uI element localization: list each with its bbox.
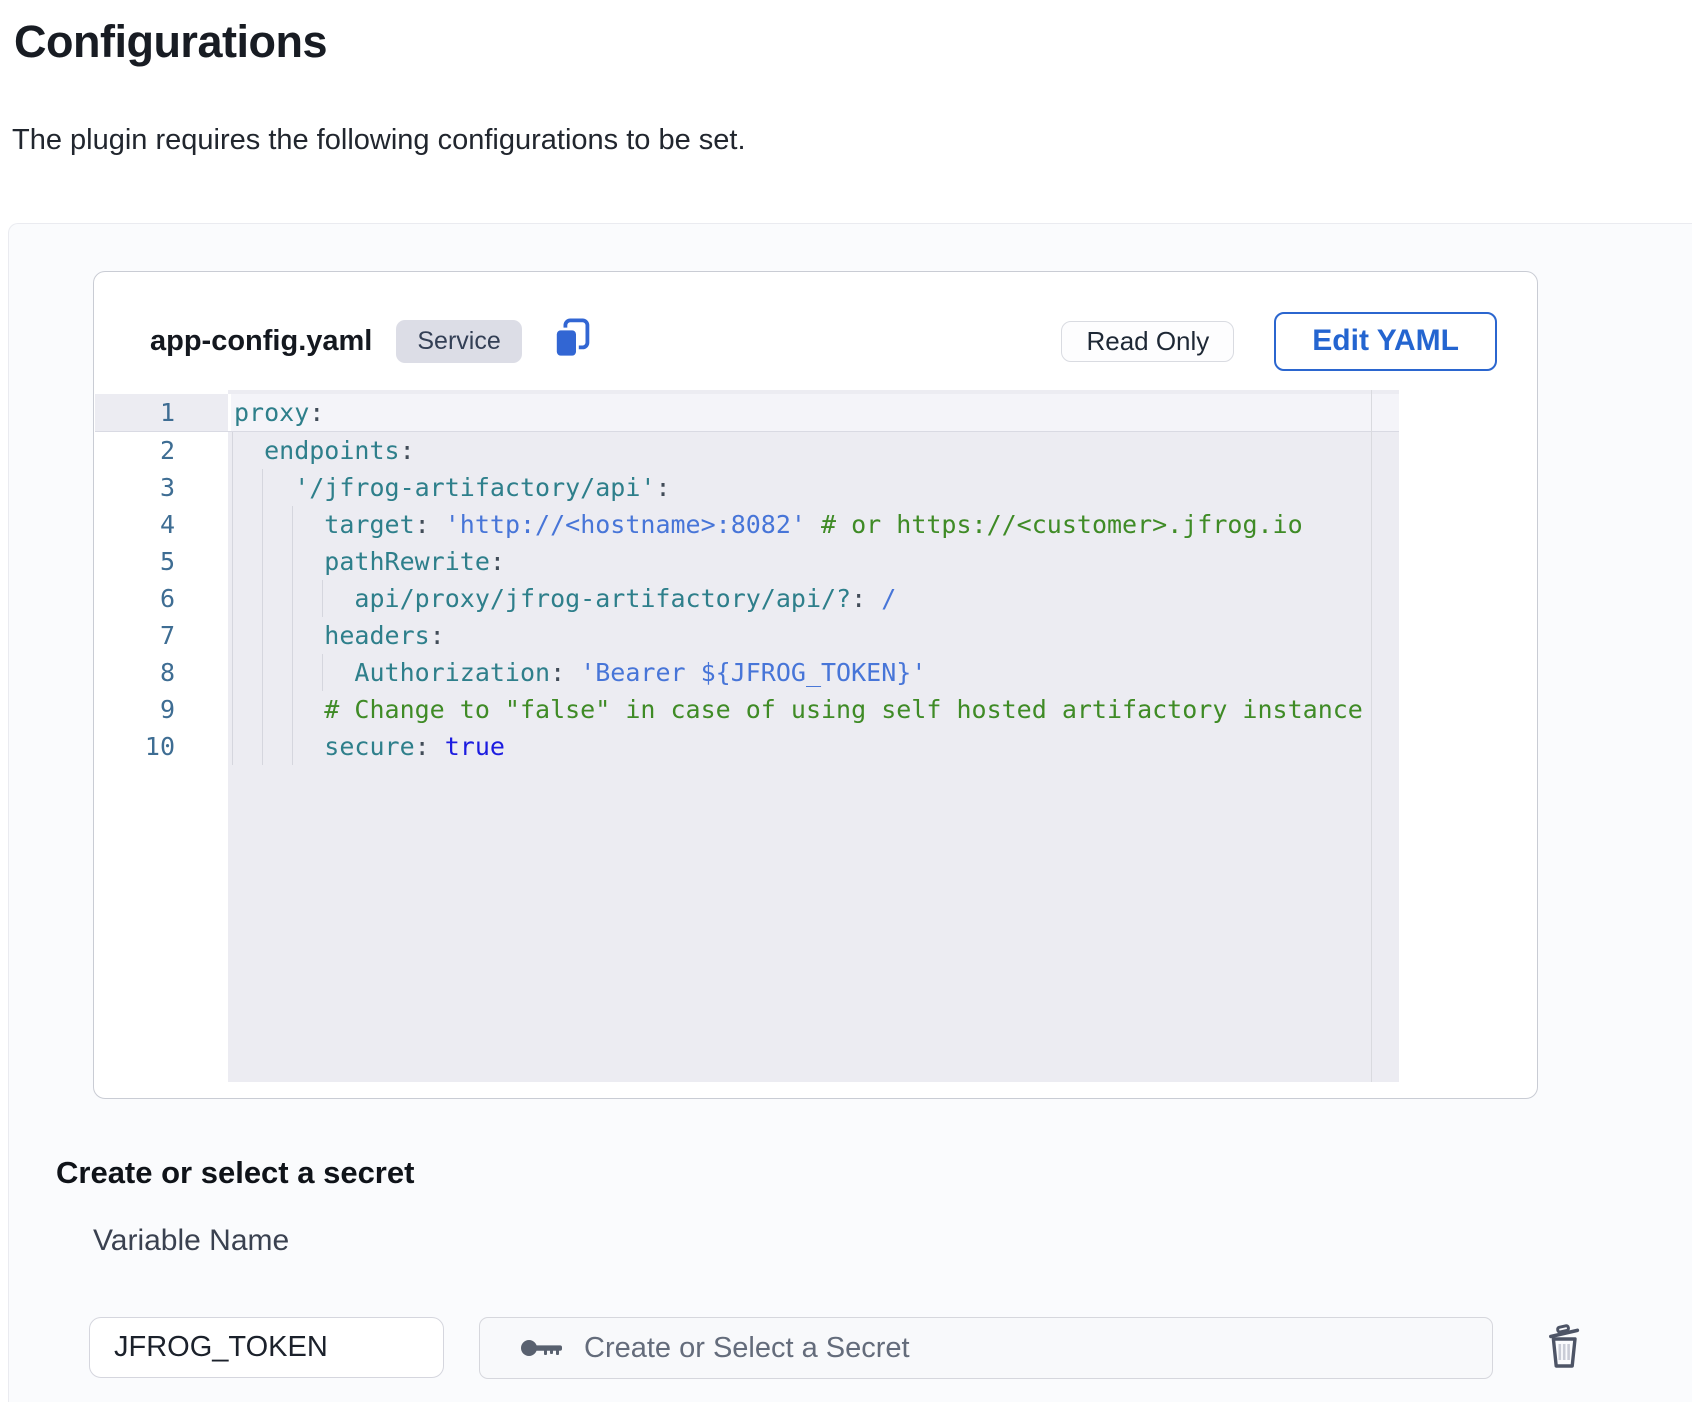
code-text: secure: true xyxy=(228,728,505,765)
copy-icon xyxy=(553,318,591,365)
code-line[interactable]: 2 endpoints: xyxy=(95,432,1399,469)
service-badge: Service xyxy=(396,320,521,363)
line-number: 6 xyxy=(95,580,228,617)
trash-icon xyxy=(1539,1320,1589,1377)
editor-scrollbar-track[interactable] xyxy=(1371,390,1372,1082)
code-line[interactable]: 10 secure: true xyxy=(95,728,1399,765)
line-number: 4 xyxy=(95,506,228,543)
page-subtitle: The plugin requires the following config… xyxy=(12,124,746,157)
secret-select-placeholder: Create or Select a Secret xyxy=(584,1332,910,1365)
configurations-page: Configurations The plugin requires the f… xyxy=(0,0,1692,1402)
code-line[interactable]: 6 api/proxy/jfrog-artifactory/api/?: / xyxy=(95,580,1399,617)
edit-yaml-button[interactable]: Edit YAML xyxy=(1274,312,1497,371)
line-number: 8 xyxy=(95,654,228,691)
code-line[interactable]: 8 Authorization: 'Bearer ${JFROG_TOKEN}' xyxy=(95,654,1399,691)
code-text: '/jfrog-artifactory/api': xyxy=(228,469,671,506)
line-number: 7 xyxy=(95,617,228,654)
code-text: # Change to "false" in case of using sel… xyxy=(228,691,1363,728)
code-text: Authorization: 'Bearer ${JFROG_TOKEN}' xyxy=(228,654,926,691)
yaml-editor-card: app-config.yaml Service Read Only Edit Y… xyxy=(93,271,1538,1099)
secret-select-field[interactable]: Create or Select a Secret xyxy=(479,1317,1493,1379)
line-number: 1 xyxy=(95,394,228,431)
copy-button[interactable] xyxy=(552,320,592,362)
content-panel: app-config.yaml Service Read Only Edit Y… xyxy=(8,223,1692,1402)
code-text: api/proxy/jfrog-artifactory/api/?: / xyxy=(228,580,896,617)
code-line[interactable]: 3 '/jfrog-artifactory/api': xyxy=(95,469,1399,506)
line-number: 9 xyxy=(95,691,228,728)
line-number: 5 xyxy=(95,543,228,580)
code-line[interactable]: 7 headers: xyxy=(95,617,1399,654)
code-line[interactable]: 5 pathRewrite: xyxy=(95,543,1399,580)
code-lines-container: 1proxy:2 endpoints:3 '/jfrog-artifactory… xyxy=(95,390,1399,765)
variable-name-label: Variable Name xyxy=(93,1224,289,1258)
editor-card-header: app-config.yaml Service Read Only Edit Y… xyxy=(94,272,1537,390)
file-name: app-config.yaml xyxy=(150,325,372,358)
code-text: pathRewrite: xyxy=(228,543,505,580)
line-number: 10 xyxy=(95,728,228,765)
code-line[interactable]: 4 target: 'http://<hostname>:8082' # or … xyxy=(95,506,1399,543)
code-line[interactable]: 1proxy: xyxy=(95,394,1399,432)
code-text: proxy: xyxy=(228,394,324,431)
code-text: endpoints: xyxy=(228,432,415,469)
read-only-button[interactable]: Read Only xyxy=(1061,321,1234,362)
code-text: headers: xyxy=(228,617,445,654)
code-text: target: 'http://<hostname>:8082' # or ht… xyxy=(228,506,1303,543)
key-icon xyxy=(520,1335,564,1361)
variable-name-input[interactable] xyxy=(89,1317,444,1378)
line-number: 3 xyxy=(95,469,228,506)
code-line[interactable]: 9 # Change to "false" in case of using s… xyxy=(95,691,1399,728)
line-number: 2 xyxy=(95,432,228,469)
yaml-editor[interactable]: 1proxy:2 endpoints:3 '/jfrog-artifactory… xyxy=(95,390,1399,1082)
secret-section-heading: Create or select a secret xyxy=(56,1155,414,1191)
delete-secret-button[interactable] xyxy=(1537,1320,1591,1376)
page-title: Configurations xyxy=(14,16,327,68)
